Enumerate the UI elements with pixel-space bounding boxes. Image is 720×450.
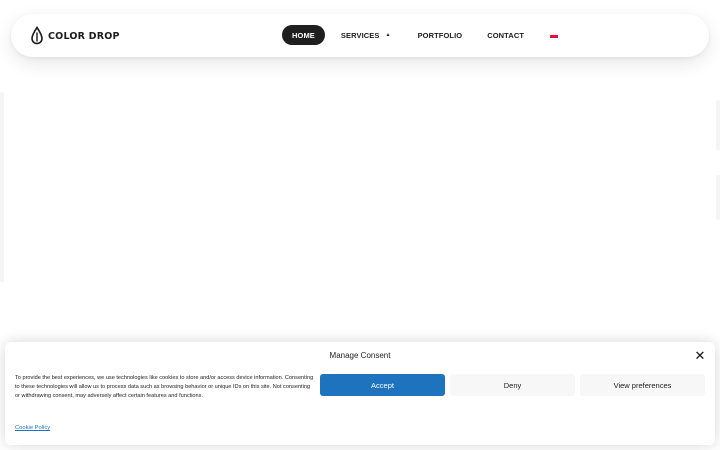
drop-icon: [31, 26, 43, 45]
deny-button[interactable]: Deny: [450, 374, 575, 396]
accept-button[interactable]: Accept: [320, 374, 445, 396]
cookie-policy-link[interactable]: Cookie Policy: [15, 425, 50, 431]
main-nav: HOME SERVICES ▲ PORTFOLIO CONTACT: [282, 25, 559, 45]
nav-home[interactable]: HOME: [282, 25, 325, 45]
logo[interactable]: COLOR DROP: [30, 25, 120, 47]
site-header: COLOR DROP HOME SERVICES ▲ PORTFOLIO CON…: [11, 14, 709, 57]
nav-contact[interactable]: CONTACT: [487, 25, 524, 45]
cookie-consent-banner: Manage Consent ✕ To provide the best exp…: [5, 342, 715, 445]
flag-icon: [550, 32, 559, 38]
logo-text: COLOR DROP: [48, 30, 120, 42]
edge-mark: [716, 100, 720, 150]
view-preferences-button[interactable]: View preferences: [580, 374, 705, 396]
edge-mark: [0, 92, 4, 282]
caret-down-icon: ▲: [385, 32, 391, 38]
consent-title: Manage Consent: [329, 351, 391, 360]
nav-portfolio[interactable]: PORTFOLIO: [418, 25, 463, 45]
edge-mark: [716, 175, 720, 220]
nav-services[interactable]: SERVICES ▲: [341, 25, 391, 45]
nav-services-label: SERVICES: [340, 30, 380, 40]
close-icon[interactable]: ✕: [694, 349, 706, 362]
consent-text: To provide the best experiences, we use …: [15, 375, 314, 399]
language-switcher[interactable]: [550, 25, 559, 45]
